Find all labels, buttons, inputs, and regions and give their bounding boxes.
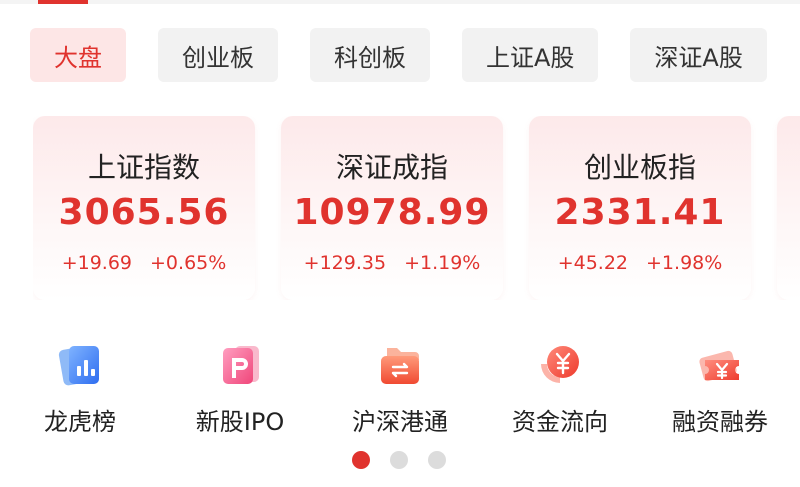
top-strip: [0, 0, 800, 4]
index-cards: 上证指数 3065.56 +19.69 +0.65% 深证成指 10978.99…: [33, 116, 800, 300]
index-change: +45.22: [557, 252, 629, 274]
page-dot-1[interactable]: [352, 451, 370, 469]
new-stock-p-icon: [215, 340, 265, 390]
index-value: 10978.99: [293, 192, 491, 233]
shortcut-label: 资金流向: [512, 408, 608, 436]
index-name: 创业板指: [583, 151, 696, 184]
shortcut-fund-flow[interactable]: 资金流向: [485, 340, 635, 437]
index-card-shenzhen[interactable]: 深证成指 10978.99 +129.35 +1.19%: [281, 116, 503, 300]
tab-dapan[interactable]: 大盘: [30, 28, 126, 82]
market-tabs: 大盘 创业板 科创板 上证A股 深证A股: [30, 28, 767, 82]
index-name: 上证指数: [87, 151, 200, 184]
index-value: 2331.41: [554, 192, 726, 233]
yuan-ticket-icon: [695, 340, 745, 390]
tab-shenzhen-a[interactable]: 深证A股: [630, 28, 767, 82]
yuan-coin-flow-icon: [535, 340, 585, 390]
index-card-next-partial[interactable]: [777, 116, 800, 300]
shortcut-label: 新股IPO: [195, 408, 285, 436]
index-change-pct: +1.98%: [646, 252, 723, 274]
shortcut-label: 融资融券: [672, 408, 768, 436]
folder-exchange-icon: [375, 340, 425, 390]
shortcut-margin-trading[interactable]: 融资融券: [645, 340, 795, 437]
index-card-shanghai[interactable]: 上证指数 3065.56 +19.69 +0.65%: [33, 116, 255, 300]
page-dot-2[interactable]: [390, 451, 408, 469]
page-dot-3[interactable]: [428, 451, 446, 469]
page-indicator: [352, 451, 446, 469]
shortcut-new-ipo[interactable]: 新股IPO: [165, 340, 315, 437]
index-change-pct: +0.65%: [150, 252, 227, 274]
shortcut-label: 沪深港通: [352, 408, 448, 436]
index-change-pct: +1.19%: [404, 252, 481, 274]
index-value: 3065.56: [58, 192, 230, 233]
shortcut-hushen-gangtong[interactable]: 沪深港通: [325, 340, 475, 437]
tab-kechuangban[interactable]: 科创板: [310, 28, 430, 82]
tab-chuangyeban[interactable]: 创业板: [158, 28, 278, 82]
bar-chart-cards-icon: [55, 340, 105, 390]
tab-shanghai-a[interactable]: 上证A股: [462, 28, 599, 82]
shortcut-longhubang[interactable]: 龙虎榜: [5, 340, 155, 437]
index-card-chinext[interactable]: 创业板指 2331.41 +45.22 +1.98%: [529, 116, 751, 300]
index-change: +19.69: [61, 252, 133, 274]
shortcut-label: 龙虎榜: [44, 408, 116, 436]
top-accent-bar: [38, 0, 88, 4]
index-change: +129.35: [303, 252, 387, 274]
index-name: 深证成指: [335, 151, 448, 184]
shortcut-grid: 龙虎榜 新股IPO 沪深港通 资金流向 融资融券: [0, 340, 800, 440]
